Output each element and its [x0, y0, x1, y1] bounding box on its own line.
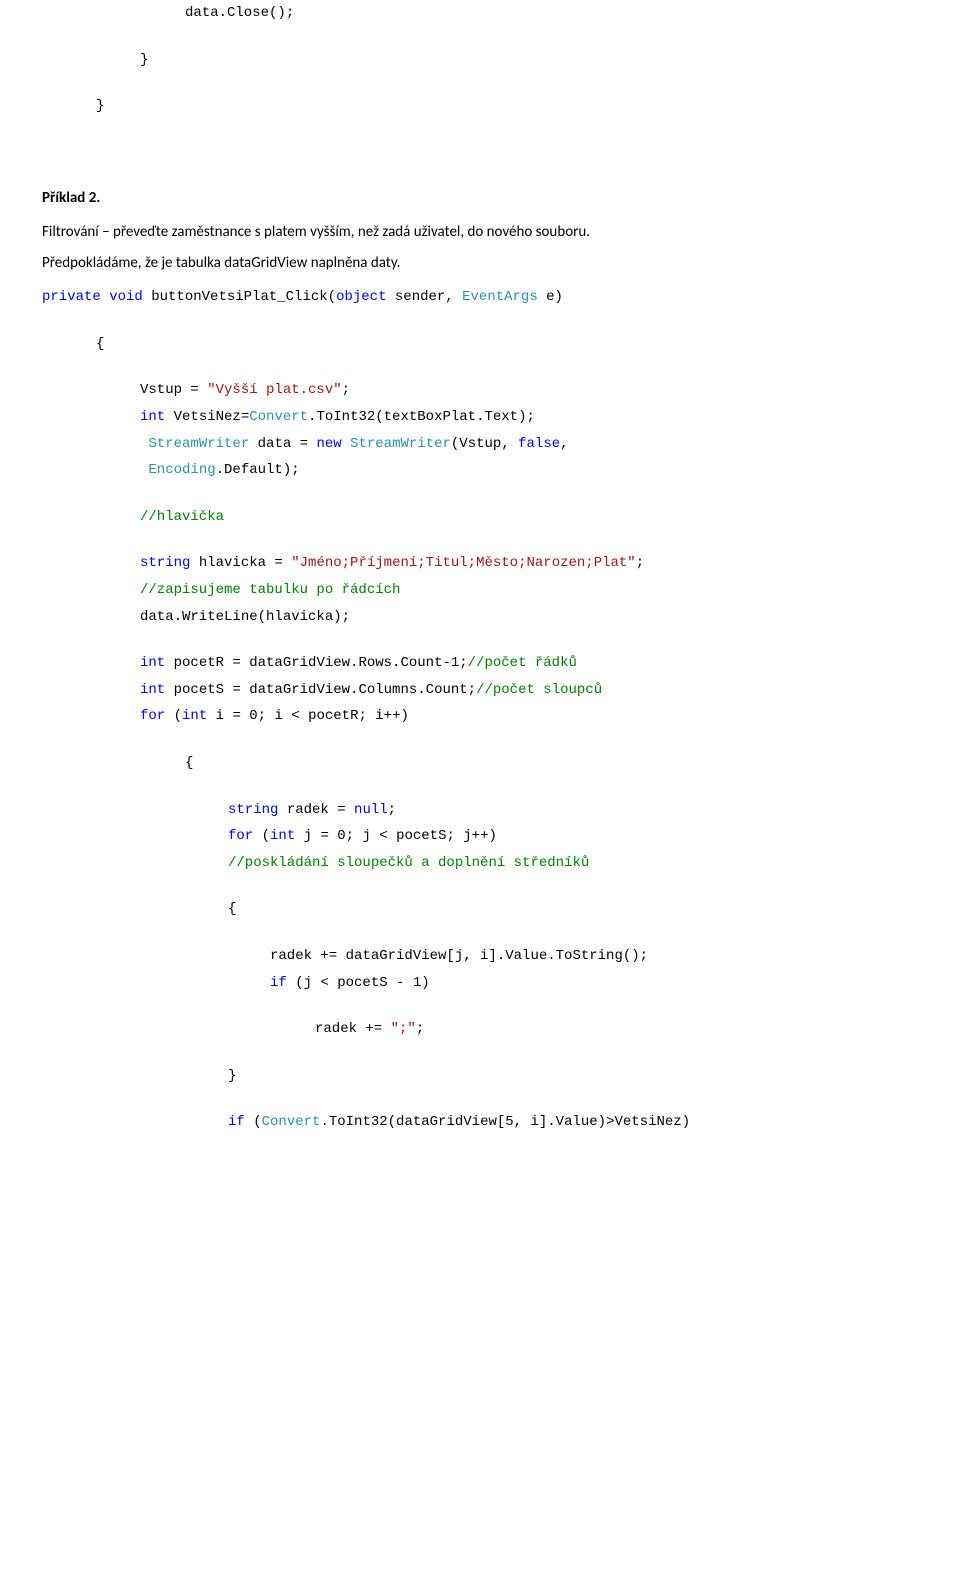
body-para-2: Předpokládáme, že je tabulka dataGridVie…: [0, 253, 960, 274]
brace: {: [0, 750, 960, 777]
method-signature: private void buttonVetsiPlat_Click(objec…: [0, 284, 960, 311]
code-line: radek += dataGridView[j, i].Value.ToStri…: [0, 943, 960, 970]
code-line: int pocetS = dataGridView.Columns.Count;…: [0, 677, 960, 704]
comment-line: //hlavička: [0, 504, 960, 531]
code-line: Vstup = "Vyšší plat.csv";: [0, 377, 960, 404]
example-heading: Příklad 2.: [0, 184, 960, 213]
code-line: if (j < pocetS - 1): [0, 970, 960, 997]
brace: }: [0, 1063, 960, 1090]
code-line: data.Close();: [0, 0, 960, 27]
document-page: data.Close(); } } Příklad 2. Filtrování …: [0, 0, 960, 1166]
code-line: string radek = null;: [0, 797, 960, 824]
comment-line: //zapisujeme tabulku po řádcích: [0, 577, 960, 604]
code-line: }: [0, 93, 960, 120]
code-line: }: [0, 47, 960, 74]
code-line: int VetsiNez=Convert.ToInt32(textBoxPlat…: [0, 404, 960, 431]
code-line: Encoding.Default);: [0, 457, 960, 484]
code-line: data.WriteLine(hlavicka);: [0, 604, 960, 631]
brace: {: [0, 331, 960, 358]
code-line: string hlavicka = "Jméno;Příjmení;Titul;…: [0, 550, 960, 577]
code-line: StreamWriter data = new StreamWriter(Vst…: [0, 431, 960, 458]
comment-line: //poskládání sloupečků a doplnění středn…: [0, 850, 960, 877]
code-line: for (int j = 0; j < pocetS; j++): [0, 823, 960, 850]
code-line: radek += ";";: [0, 1016, 960, 1043]
code-line: for (int i = 0; i < pocetR; i++): [0, 703, 960, 730]
code-line: if (Convert.ToInt32(dataGridView[5, i].V…: [0, 1109, 960, 1136]
brace: {: [0, 896, 960, 923]
code-line: int pocetR = dataGridView.Rows.Count-1;/…: [0, 650, 960, 677]
body-para-1: Filtrování – převeďte zaměstnance s plat…: [0, 222, 960, 243]
